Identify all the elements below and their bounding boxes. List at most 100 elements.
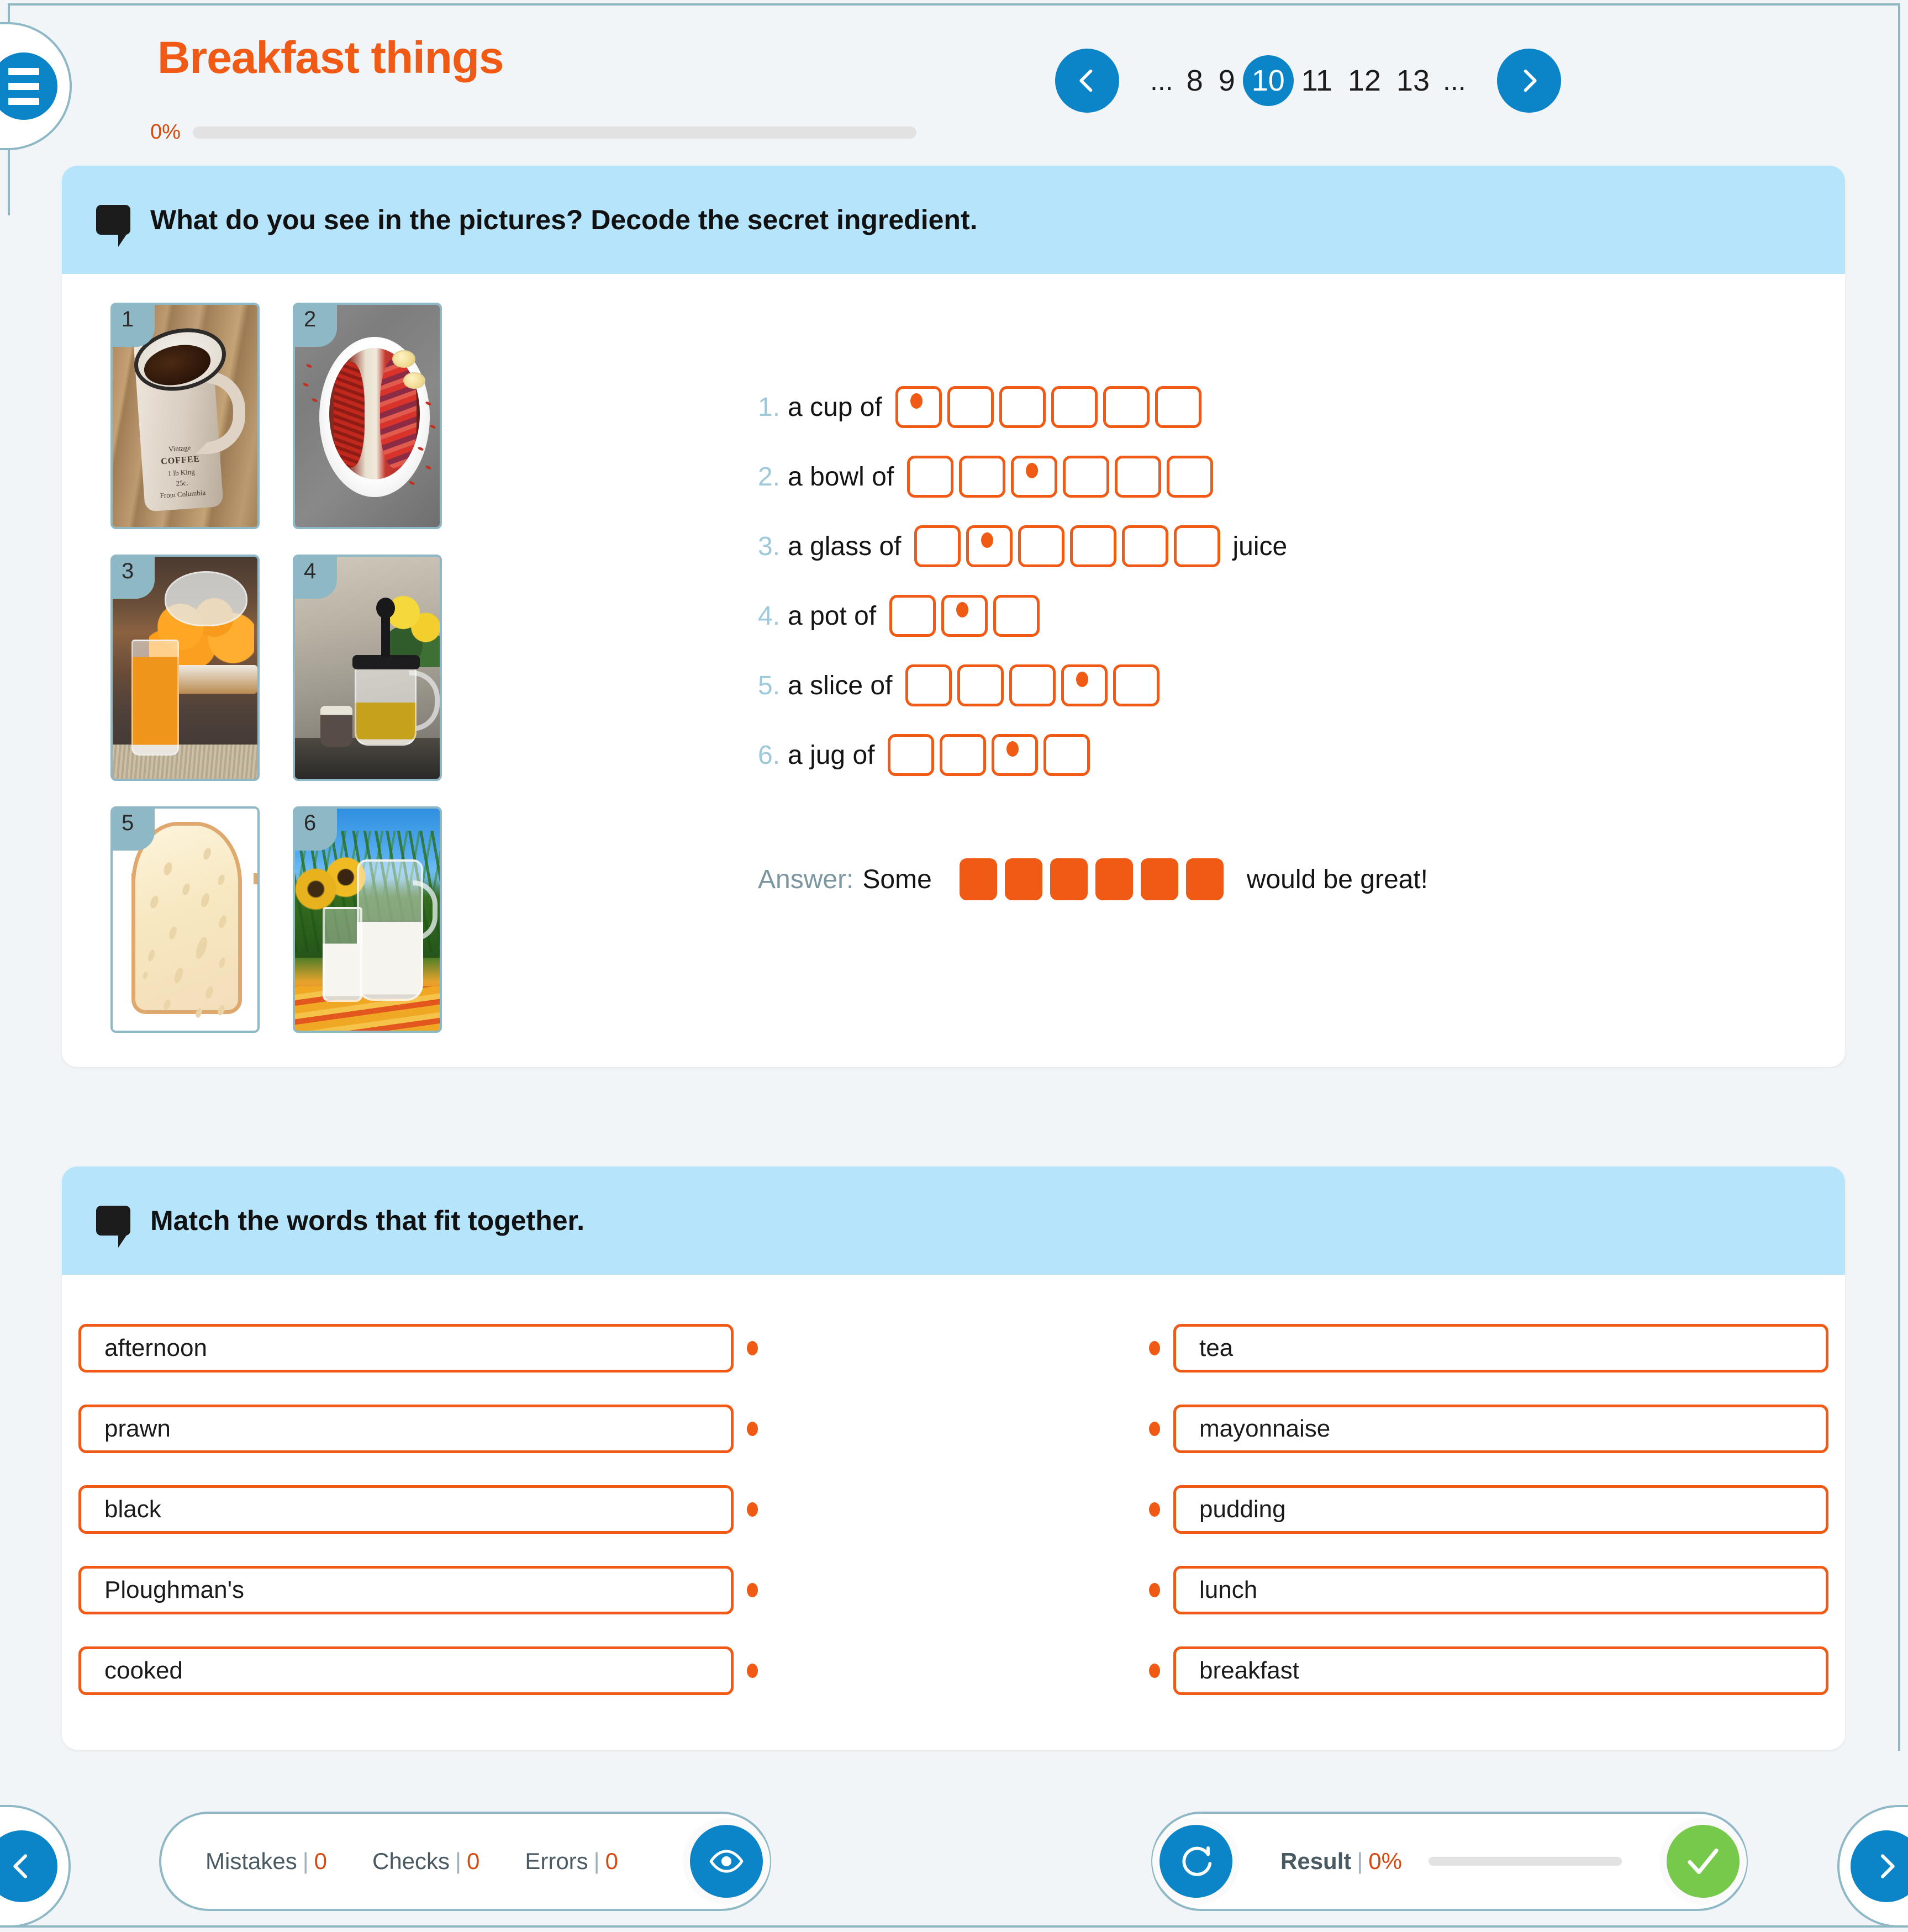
letter-box[interactable] bbox=[907, 456, 954, 498]
page-10-current[interactable]: 10 bbox=[1242, 55, 1294, 106]
letter-box[interactable] bbox=[1174, 525, 1221, 567]
connector-dot[interactable] bbox=[747, 1664, 758, 1678]
picture-number: 6 bbox=[295, 809, 337, 851]
match-item-left[interactable]: afternoon bbox=[78, 1324, 734, 1373]
connector-dot[interactable] bbox=[747, 1583, 758, 1597]
connector-dot[interactable] bbox=[747, 1502, 758, 1517]
letter-box[interactable] bbox=[888, 734, 935, 776]
pagination-next-button[interactable] bbox=[1496, 49, 1561, 113]
answer-boxes bbox=[959, 858, 1224, 900]
stat-label: Mistakes bbox=[205, 1848, 297, 1874]
match-item-right[interactable]: tea bbox=[1173, 1324, 1828, 1373]
letter-box[interactable] bbox=[1043, 734, 1090, 776]
match-item-left[interactable]: prawn bbox=[78, 1405, 734, 1453]
connector-dot[interactable] bbox=[747, 1422, 758, 1436]
connector-dot[interactable] bbox=[1149, 1502, 1160, 1517]
match-item-right[interactable]: breakfast bbox=[1173, 1646, 1828, 1695]
exercise-1-body: Vintage COFFEE 1 lb King 25c. From Colum… bbox=[62, 274, 1845, 1067]
hint-dot bbox=[1076, 672, 1089, 687]
letter-box[interactable] bbox=[1061, 664, 1108, 706]
matching-row: pudding bbox=[1149, 1469, 1828, 1550]
letter-box[interactable] bbox=[959, 456, 1006, 498]
footer-prev-tab bbox=[0, 1805, 71, 1928]
picture-card-2[interactable]: 2 bbox=[293, 303, 442, 529]
page-ellipsis-start[interactable]: ... bbox=[1145, 55, 1179, 106]
footer-prev-button[interactable] bbox=[0, 1830, 57, 1902]
progress-percent-label: 0% bbox=[150, 120, 181, 144]
answer-letter-box[interactable] bbox=[1004, 858, 1042, 900]
puzzle-row-number: 6. bbox=[758, 740, 781, 770]
letter-box[interactable] bbox=[895, 386, 942, 428]
pagination-prev-button[interactable] bbox=[1055, 49, 1119, 113]
letter-box[interactable] bbox=[1009, 664, 1056, 706]
connector-dot[interactable] bbox=[1149, 1341, 1160, 1355]
mug-print-text: Vintage COFFEE 1 lb King 25c. From Colum… bbox=[160, 443, 206, 500]
picture-card-4[interactable]: 4 bbox=[293, 555, 442, 781]
letter-box[interactable] bbox=[966, 525, 1013, 567]
letter-box[interactable] bbox=[905, 664, 952, 706]
letter-box[interactable] bbox=[992, 734, 1039, 776]
page-8[interactable]: 8 bbox=[1179, 55, 1211, 106]
connector-dot[interactable] bbox=[1149, 1422, 1160, 1436]
letter-box[interactable] bbox=[1011, 456, 1058, 498]
match-item-right[interactable]: pudding bbox=[1173, 1485, 1828, 1534]
letter-box[interactable] bbox=[940, 734, 987, 776]
connector-dot[interactable] bbox=[747, 1341, 758, 1355]
matching-left-column: afternoon prawn black Ploughman's cooked bbox=[78, 1308, 758, 1711]
answer-letter-box[interactable] bbox=[959, 858, 997, 900]
match-item-left[interactable]: cooked bbox=[78, 1646, 734, 1695]
letter-box[interactable] bbox=[1167, 456, 1214, 498]
match-item-right[interactable]: mayonnaise bbox=[1173, 1405, 1828, 1453]
answer-prefix: Some bbox=[862, 864, 932, 894]
puzzle-row-label: a bowl of bbox=[788, 462, 894, 492]
page-ellipsis-end[interactable]: ... bbox=[1437, 55, 1472, 106]
picture-card-1[interactable]: Vintage COFFEE 1 lb King 25c. From Colum… bbox=[110, 303, 260, 529]
show-answers-button[interactable] bbox=[690, 1825, 763, 1898]
letter-box[interactable] bbox=[999, 386, 1046, 428]
page-9[interactable]: 9 bbox=[1211, 55, 1243, 106]
match-item-left[interactable]: Ploughman's bbox=[78, 1566, 734, 1614]
answer-letter-box[interactable] bbox=[1050, 858, 1088, 900]
page-11[interactable]: 11 bbox=[1294, 55, 1340, 106]
letter-box[interactable] bbox=[1063, 456, 1110, 498]
picture-card-5[interactable]: 5 bbox=[110, 806, 260, 1033]
letter-box[interactable] bbox=[1113, 664, 1160, 706]
letter-box[interactable] bbox=[957, 664, 1004, 706]
exercise-2-card: Match the words that fit together. after… bbox=[62, 1166, 1845, 1750]
letter-box[interactable] bbox=[1115, 456, 1162, 498]
connector-dot[interactable] bbox=[1149, 1664, 1160, 1678]
puzzle-row-suffix: juice bbox=[1232, 531, 1288, 561]
letter-box[interactable] bbox=[993, 595, 1040, 637]
check-answers-button[interactable] bbox=[1667, 1825, 1740, 1898]
page-13[interactable]: 13 bbox=[1389, 55, 1437, 106]
picture-card-3[interactable]: 3 bbox=[110, 555, 260, 781]
page-12[interactable]: 12 bbox=[1340, 55, 1389, 106]
eye-icon bbox=[709, 1850, 744, 1873]
reset-button[interactable] bbox=[1159, 1825, 1232, 1898]
letter-box[interactable] bbox=[941, 595, 988, 637]
answer-suffix: would be great! bbox=[1246, 864, 1428, 894]
connector-dot[interactable] bbox=[1149, 1583, 1160, 1597]
answer-letter-box[interactable] bbox=[1095, 858, 1133, 900]
stat-label: Checks bbox=[372, 1848, 450, 1874]
letter-box[interactable] bbox=[1103, 386, 1150, 428]
answer-letter-box[interactable] bbox=[1185, 858, 1224, 900]
letter-box[interactable] bbox=[1070, 525, 1117, 567]
match-item-left[interactable]: black bbox=[78, 1485, 734, 1534]
letter-box[interactable] bbox=[947, 386, 994, 428]
hamburger-menu-icon[interactable] bbox=[0, 52, 57, 120]
picture-card-6[interactable]: 6 bbox=[293, 806, 442, 1033]
answer-letter-box[interactable] bbox=[1140, 858, 1178, 900]
puzzle-row-6: 6. a jug of bbox=[758, 720, 1811, 790]
letter-box[interactable] bbox=[889, 595, 936, 637]
match-item-right[interactable]: lunch bbox=[1173, 1566, 1828, 1614]
footer-next-button[interactable] bbox=[1851, 1830, 1908, 1902]
letter-box[interactable] bbox=[1018, 525, 1065, 567]
puzzle-row-3: 3. a glass of juice bbox=[758, 511, 1811, 581]
stat-separator: | bbox=[455, 1848, 461, 1874]
letter-box[interactable] bbox=[1122, 525, 1169, 567]
puzzle-row-4-boxes bbox=[889, 595, 1040, 637]
letter-box[interactable] bbox=[914, 525, 961, 567]
letter-box[interactable] bbox=[1051, 386, 1098, 428]
letter-box[interactable] bbox=[1155, 386, 1201, 428]
